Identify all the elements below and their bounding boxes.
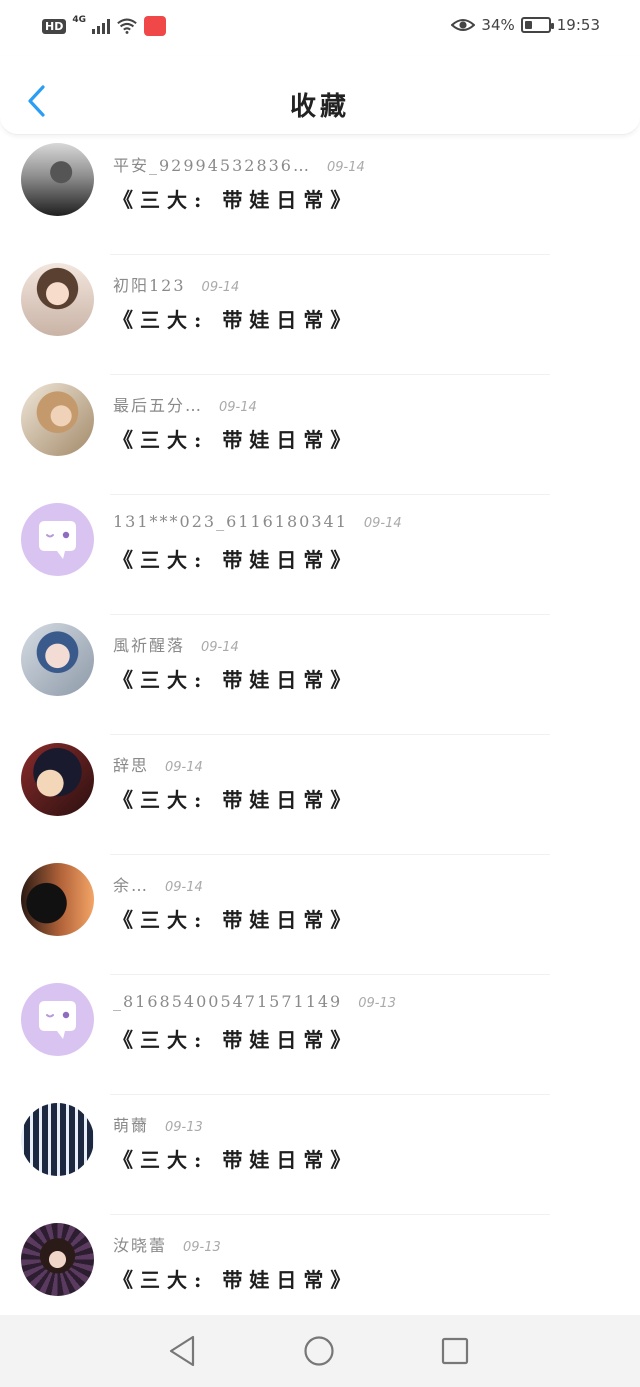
favorites-list: 平安_92994532836… 09-14 《三大: 带娃日常》 初阳123 09-14…: [0, 135, 640, 1335]
username: 131***023_6116180341: [113, 512, 348, 531]
avatar[interactable]: [21, 863, 94, 936]
wifi-icon: [117, 18, 137, 34]
date: 09-13: [165, 1120, 203, 1135]
date: 09-14: [165, 880, 203, 895]
square-recents-icon: [441, 1337, 469, 1365]
chat-bubble-icon: [39, 521, 76, 559]
battery-icon: [520, 17, 554, 33]
date: 09-14: [219, 400, 257, 415]
date: 09-14: [201, 280, 240, 295]
avatar[interactable]: [21, 143, 94, 216]
username: _816854005471571149: [113, 992, 343, 1011]
avatar[interactable]: [21, 1103, 94, 1176]
status-right: 34% 19:53: [451, 16, 600, 34]
username: 余…: [113, 876, 150, 895]
avatar[interactable]: [21, 263, 94, 336]
avatar[interactable]: [21, 503, 94, 576]
favorite-title[interactable]: 《三大: 带娃日常》: [113, 784, 357, 813]
favorite-title[interactable]: 《三大: 带娃日常》: [113, 1264, 357, 1293]
favorite-item[interactable]: 辞思 09-14 《三大: 带娃日常》: [0, 735, 640, 855]
item-meta: 131***023_6116180341 09-14: [113, 512, 402, 531]
username: 初阳123: [113, 276, 186, 295]
system-nav-bar: [0, 1315, 640, 1387]
date: 09-14: [326, 160, 365, 175]
circle-home-icon: [304, 1336, 334, 1366]
favorite-item[interactable]: 平安_92994532836… 09-14 《三大: 带娃日常》: [0, 135, 640, 255]
favorite-item[interactable]: 萌薾 09-13 《三大: 带娃日常》: [0, 1095, 640, 1215]
date: 09-14: [201, 640, 239, 655]
favorite-title[interactable]: 《三大: 带娃日常》: [113, 1144, 357, 1173]
item-meta: 余… 09-14: [113, 872, 203, 896]
favorite-item[interactable]: 風祈醒落 09-14 《三大: 带娃日常》: [0, 615, 640, 735]
item-meta: 風祈醒落 09-14: [113, 632, 239, 656]
triangle-back-icon: [169, 1335, 195, 1367]
favorite-title[interactable]: 《三大: 带娃日常》: [113, 304, 357, 333]
avatar[interactable]: [21, 623, 94, 696]
favorite-title[interactable]: 《三大: 带娃日常》: [113, 184, 357, 213]
username: 風祈醒落: [113, 636, 186, 655]
item-meta: 汝晓蕾 09-13: [113, 1232, 221, 1256]
nav-recents-button[interactable]: [438, 1334, 472, 1368]
username: 辞思: [113, 756, 150, 775]
date: 09-14: [363, 516, 402, 531]
favorite-item[interactable]: _816854005471571149 09-13 《三大: 带娃日常》: [0, 975, 640, 1095]
item-meta: 最后五分… 09-14: [113, 392, 257, 416]
favorite-item[interactable]: 余… 09-14 《三大: 带娃日常》: [0, 855, 640, 975]
username: 汝晓蕾: [113, 1236, 168, 1255]
page-title: 收藏: [289, 92, 350, 122]
nav-back-button[interactable]: [165, 1334, 199, 1368]
favorite-title[interactable]: 《三大: 带娃日常》: [113, 664, 357, 693]
favorite-title[interactable]: 《三大: 带娃日常》: [113, 544, 357, 573]
favorite-item[interactable]: 131***023_6116180341 09-14 《三大: 带娃日常》: [0, 495, 640, 615]
avatar[interactable]: [21, 743, 94, 816]
username: 最后五分…: [113, 396, 204, 415]
date: 09-13: [358, 996, 397, 1011]
favorite-title[interactable]: 《三大: 带娃日常》: [113, 904, 357, 933]
item-meta: 辞思 09-14: [113, 752, 203, 776]
favorite-item[interactable]: 最后五分… 09-14 《三大: 带娃日常》: [0, 375, 640, 495]
username: 萌薾: [113, 1116, 150, 1135]
app-header: 收藏: [0, 56, 640, 135]
battery-percent: 34%: [481, 16, 515, 34]
date: 09-13: [183, 1240, 221, 1255]
favorite-title[interactable]: 《三大: 带娃日常》: [113, 424, 357, 453]
avatar[interactable]: [21, 1223, 94, 1296]
favorite-title[interactable]: 《三大: 带娃日常》: [113, 1024, 357, 1053]
status-bar: HD 4G 34% 19:53: [0, 0, 640, 56]
hd-icon: HD: [42, 18, 67, 34]
favorite-item[interactable]: 初阳123 09-14 《三大: 带娃日常》: [0, 255, 640, 375]
date: 09-14: [165, 760, 203, 775]
item-meta: 初阳123 09-14: [113, 272, 239, 296]
item-meta: _816854005471571149 09-13: [113, 992, 396, 1011]
chat-bubble-icon: [39, 1001, 76, 1039]
app-notification-icon: [144, 16, 166, 36]
clock: 19:53: [556, 16, 600, 34]
eye-icon: [451, 19, 476, 31]
item-meta: 萌薾 09-13: [113, 1112, 203, 1136]
status-left: HD 4G: [42, 15, 166, 36]
avatar[interactable]: [21, 383, 94, 456]
avatar[interactable]: [21, 983, 94, 1056]
signal-icon: [92, 18, 110, 34]
nav-home-button[interactable]: [302, 1334, 336, 1368]
item-meta: 平安_92994532836… 09-14: [113, 152, 365, 176]
username: 平安_92994532836…: [113, 156, 311, 175]
network-type: 4G: [72, 15, 86, 25]
